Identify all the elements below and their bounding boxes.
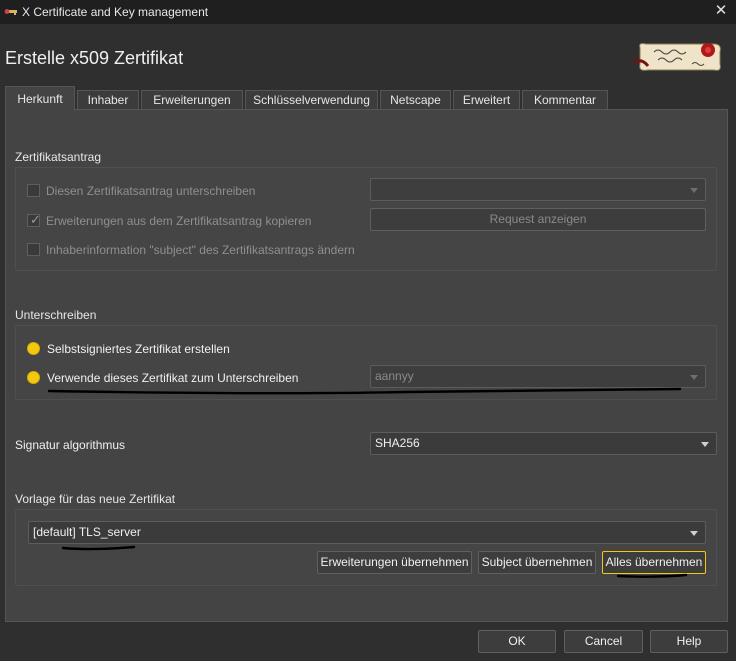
close-icon[interactable]: ✕: [712, 2, 730, 20]
pen-underline-scribble: [61, 545, 136, 551]
template-select[interactable]: [default] TLS_server: [28, 521, 706, 544]
template-select-value: [default] TLS_server: [33, 525, 141, 539]
sign-request-label: Diesen Zertifikatsantrag unterschreiben: [46, 184, 256, 198]
sign-request-checkbox[interactable]: [27, 184, 40, 197]
xca-scroll-logo: [634, 43, 721, 71]
show-request-button[interactable]: Request anzeigen: [370, 208, 706, 231]
tab-inhaber[interactable]: Inhaber: [77, 90, 139, 110]
chevron-down-icon: [701, 442, 709, 447]
xca-key-icon: [4, 9, 17, 15]
tab-herkunft[interactable]: Herkunft: [5, 86, 75, 111]
use-cert-label: Verwende dieses Zertifikat zum Unterschr…: [47, 371, 299, 385]
request-select[interactable]: [370, 178, 706, 201]
signature-algorithm-label: Signatur algorithmus: [15, 438, 126, 452]
tab-erweiterungen[interactable]: Erweiterungen: [141, 90, 243, 110]
window-titlebar: X Certificate and Key management ✕: [0, 0, 736, 24]
signature-algorithm-value: SHA256: [375, 436, 420, 450]
modify-subject-label: Inhaberinformation "subject" des Zertifi…: [46, 243, 355, 257]
pen-underline-scribble: [616, 573, 688, 578]
self-signed-label: Selbstsigniertes Zertifikat erstellen: [47, 342, 230, 356]
apply-subject-button[interactable]: Subject übernehmen: [478, 551, 596, 574]
modify-subject-checkbox[interactable]: [27, 243, 40, 256]
window-title: X Certificate and Key management: [22, 5, 209, 19]
template-section-title: Vorlage für das neue Zertifikat: [15, 492, 176, 506]
chevron-down-icon: [690, 188, 698, 193]
signing-section-title: Unterschreiben: [15, 308, 97, 322]
dialog-heading: Erstelle x509 Zertifikat: [5, 48, 184, 68]
chevron-down-icon: [690, 531, 698, 536]
request-section-title: Zertifikatsantrag: [15, 150, 102, 164]
signature-algorithm-select[interactable]: SHA256: [370, 432, 717, 455]
signer-select-value: aannyy: [375, 369, 414, 383]
tab-netscape[interactable]: Netscape: [380, 90, 451, 110]
tab-erweitert[interactable]: Erweitert: [453, 90, 520, 110]
help-button[interactable]: Help: [650, 630, 728, 653]
apply-all-button[interactable]: Alles übernehmen: [602, 551, 706, 574]
use-cert-radio[interactable]: [27, 371, 40, 384]
chevron-down-icon: [690, 375, 698, 380]
copy-extensions-label: Erweiterungen aus dem Zertifikatsantrag …: [46, 214, 312, 228]
apply-extensions-button[interactable]: Erweiterungen übernehmen: [317, 551, 472, 574]
tab-schluesselverwendung[interactable]: Schlüsselverwendung: [245, 90, 378, 110]
self-signed-radio[interactable]: [27, 342, 40, 355]
copy-extensions-checkbox[interactable]: ✓: [27, 212, 41, 227]
pen-underline-scribble: [47, 387, 682, 395]
ok-button[interactable]: OK: [478, 630, 556, 653]
tab-kommentar[interactable]: Kommentar: [522, 90, 608, 110]
cancel-button[interactable]: Cancel: [564, 630, 643, 653]
checkmark-icon: ✓: [30, 212, 41, 227]
